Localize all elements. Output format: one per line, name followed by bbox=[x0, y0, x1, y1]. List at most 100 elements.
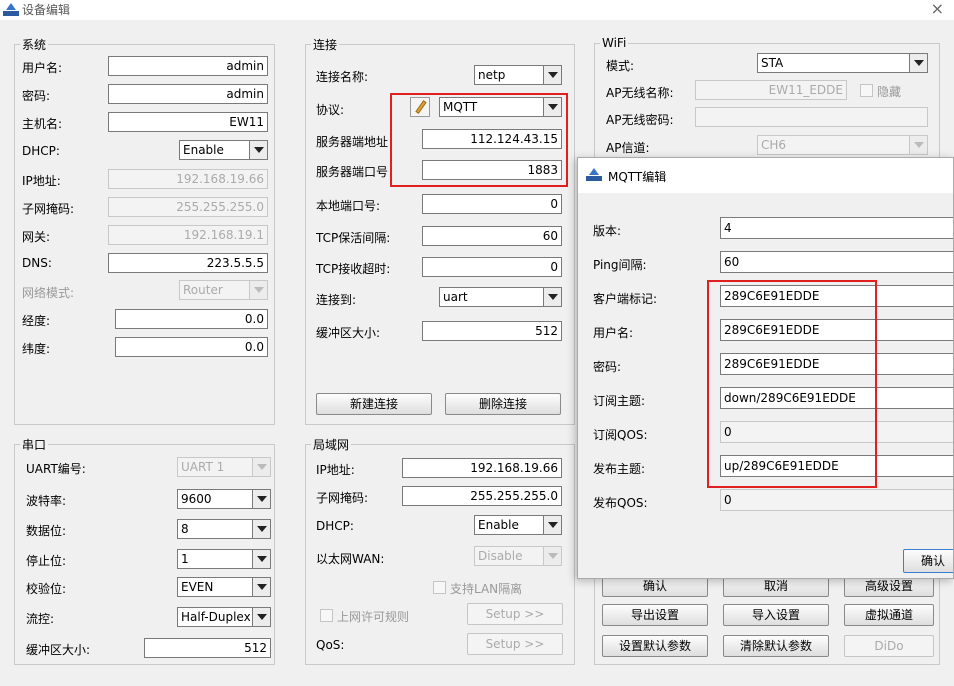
baud-select[interactable]: 9600 bbox=[177, 489, 271, 509]
export-settings-button[interactable]: 导出设置 bbox=[602, 604, 708, 626]
lan-dhcp-select[interactable]: Enable bbox=[474, 515, 562, 535]
mqtt-dialog: MQTT编辑 版本: 4 Ping间隔: 60 客户端标记: 289C6E91E… bbox=[577, 157, 954, 579]
chevron-down-icon bbox=[249, 141, 267, 159]
mqtt-pub-topic-input[interactable]: up/289C6E91EDDE bbox=[720, 455, 953, 477]
mqtt-sub-topic-label: 订阅主题: bbox=[593, 394, 646, 408]
hide-ssid-checkbox[interactable] bbox=[860, 84, 873, 97]
chevron-down-icon bbox=[543, 288, 561, 306]
recv-timeout-label: TCP接收超时: bbox=[316, 262, 391, 276]
mqtt-sub-qos-label: 订阅QOS: bbox=[593, 428, 648, 442]
app-logo-icon bbox=[586, 168, 602, 182]
chevron-down-icon bbox=[909, 54, 927, 72]
system-mask-input[interactable]: 255.255.255.0 bbox=[108, 197, 268, 217]
stopbits-select[interactable]: 1 bbox=[177, 549, 271, 569]
mqtt-username-input[interactable]: 289C6E91EDDE bbox=[720, 319, 953, 341]
databits-select[interactable]: 8 bbox=[177, 519, 271, 539]
chevron-down-icon bbox=[252, 490, 270, 508]
new-connection-button[interactable]: 新建连接 bbox=[316, 393, 432, 415]
mqtt-password-input[interactable]: 289C6E91EDDE bbox=[720, 353, 953, 375]
mqtt-sub-qos-input[interactable]: 0 bbox=[720, 421, 953, 443]
mqtt-client-id-input[interactable]: 289C6E91EDDE bbox=[720, 285, 953, 307]
system-dhcp-select[interactable]: Enable bbox=[179, 140, 268, 160]
local-port-label: 本地端口号: bbox=[316, 199, 381, 213]
ap-channel-select[interactable]: CH6 bbox=[757, 135, 928, 155]
keepalive-label: TCP保活间隔: bbox=[316, 231, 391, 245]
server-port-input[interactable]: 1883 bbox=[422, 160, 562, 180]
system-latitude-input[interactable]: 0.0 bbox=[115, 337, 268, 357]
parity-label: 校验位: bbox=[26, 582, 67, 596]
keepalive-input[interactable]: 60 bbox=[422, 226, 562, 246]
window-title: 设备编辑 bbox=[22, 3, 71, 17]
access-rules-label: 上网许可规则 bbox=[337, 610, 410, 624]
qos-setup-button[interactable]: Setup >> bbox=[467, 633, 563, 655]
protocol-label: 协议: bbox=[316, 103, 345, 117]
access-rules-setup-button[interactable]: Setup >> bbox=[467, 603, 563, 625]
chevron-down-icon bbox=[252, 458, 270, 476]
parity-select[interactable]: EVEN bbox=[177, 577, 271, 597]
protocol-select[interactable]: MQTT bbox=[439, 97, 562, 117]
lan-mask-input[interactable]: 255.255.255.0 bbox=[402, 486, 562, 506]
server-address-input[interactable]: 112.124.43.15 bbox=[422, 129, 562, 149]
chevron-down-icon bbox=[543, 547, 561, 565]
lan-isolation-checkbox[interactable] bbox=[433, 581, 446, 594]
virtual-channel-button[interactable]: 虚拟通道 bbox=[844, 604, 934, 626]
connection-name-select[interactable]: netp bbox=[474, 65, 562, 85]
chevron-down-icon bbox=[252, 550, 270, 568]
system-password-label: 密码: bbox=[22, 89, 51, 103]
mqtt-version-input[interactable]: 4 bbox=[720, 217, 953, 239]
chevron-down-icon bbox=[909, 136, 927, 154]
system-longitude-input[interactable]: 0.0 bbox=[115, 309, 268, 329]
wifi-mode-label: 模式: bbox=[606, 59, 635, 73]
clear-default-button[interactable]: 清除默认参数 bbox=[723, 635, 829, 657]
app-logo-icon bbox=[3, 3, 19, 17]
connection-legend: 连接 bbox=[313, 38, 338, 52]
hide-ssid-label: 隐藏 bbox=[877, 85, 902, 99]
chevron-down-icon bbox=[543, 516, 561, 534]
system-password-input[interactable]: admin bbox=[108, 84, 268, 104]
pencil-edit-icon[interactable] bbox=[410, 97, 430, 117]
serial-buffer-input[interactable]: 512 bbox=[144, 638, 271, 658]
connect-to-select[interactable]: uart bbox=[439, 287, 562, 307]
system-username-input[interactable]: admin bbox=[108, 56, 268, 76]
ap-ssid-input[interactable]: EW11_EDDE bbox=[695, 80, 847, 100]
flow-select[interactable]: Half-Duplex bbox=[177, 607, 271, 627]
mqtt-ping-input[interactable]: 60 bbox=[720, 251, 953, 273]
mqtt-password-label: 密码: bbox=[593, 360, 622, 374]
ap-password-input[interactable] bbox=[695, 107, 928, 127]
ap-channel-label: AP信道: bbox=[606, 141, 650, 155]
qos-label: QoS: bbox=[316, 638, 345, 652]
system-hostname-input[interactable]: EW11 bbox=[108, 112, 268, 132]
connection-buffer-input[interactable]: 512 bbox=[422, 321, 562, 341]
uart-select[interactable]: UART 1 bbox=[177, 457, 271, 477]
lan-dhcp-label: DHCP: bbox=[316, 519, 354, 533]
lan-wan-select[interactable]: Disable bbox=[474, 546, 562, 566]
dido-button[interactable]: DiDo bbox=[844, 635, 934, 657]
server-port-label: 服务器端口号 bbox=[316, 165, 389, 179]
set-default-button[interactable]: 设置默认参数 bbox=[602, 635, 708, 657]
close-icon[interactable]: × bbox=[931, 0, 944, 18]
mqtt-dialog-title: MQTT编辑 bbox=[608, 170, 667, 184]
system-gateway-input[interactable]: 192.168.19.1 bbox=[108, 225, 268, 245]
chevron-down-icon bbox=[252, 578, 270, 596]
local-port-input[interactable]: 0 bbox=[422, 194, 562, 214]
wifi-mode-select[interactable]: STA bbox=[757, 53, 928, 73]
access-rules-checkbox[interactable] bbox=[320, 609, 333, 622]
uart-label: UART编号: bbox=[26, 462, 86, 476]
system-ip-input[interactable]: 192.168.19.66 bbox=[108, 169, 268, 189]
system-netmode-select[interactable]: Router bbox=[179, 280, 268, 300]
import-settings-button[interactable]: 导入设置 bbox=[723, 604, 829, 626]
system-dhcp-label: DHCP: bbox=[22, 144, 60, 158]
system-dns-input[interactable]: 223.5.5.5 bbox=[108, 253, 268, 273]
lan-ip-input[interactable]: 192.168.19.66 bbox=[402, 458, 562, 478]
mqtt-username-label: 用户名: bbox=[593, 326, 634, 340]
serial-buffer-label: 缓冲区大小: bbox=[26, 643, 91, 657]
mqtt-pub-topic-label: 发布主题: bbox=[593, 462, 646, 476]
delete-connection-button[interactable]: 删除连接 bbox=[445, 393, 561, 415]
mqtt-confirm-button[interactable]: 确认 bbox=[903, 549, 953, 573]
recv-timeout-input[interactable]: 0 bbox=[422, 257, 562, 277]
chevron-down-icon bbox=[252, 608, 270, 626]
connection-name-label: 连接名称: bbox=[316, 70, 369, 84]
lan-ip-label: IP地址: bbox=[316, 463, 355, 477]
mqtt-sub-topic-input[interactable]: down/289C6E91EDDE bbox=[720, 387, 953, 409]
mqtt-pub-qos-input[interactable]: 0 bbox=[720, 489, 953, 511]
